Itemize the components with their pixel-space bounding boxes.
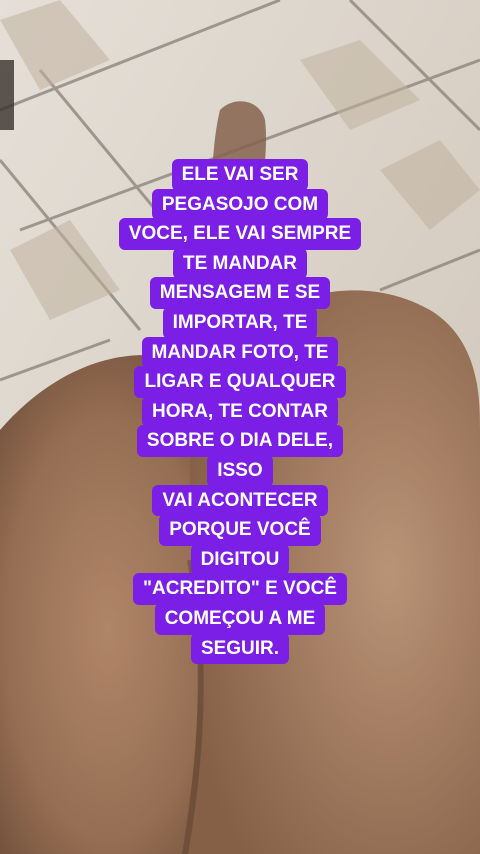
caption-line: HORA, TE CONTAR	[142, 395, 338, 428]
photo-background: ELE VAI SER PEGASOJO COM VOCE, ELE VAI S…	[0, 0, 480, 854]
caption-line: MENSAGEM E SE	[149, 277, 331, 309]
caption-line: COMEÇOU A ME	[154, 602, 326, 635]
caption-line: ISSO	[207, 454, 273, 487]
caption-line: PEGASOJO COM	[151, 188, 329, 221]
caption-line: "ACREDITO" E VOCÊ	[133, 573, 347, 605]
caption-line: SOBRE O DIA DELE,	[136, 425, 344, 457]
caption-line: PORQUE VOCÊ	[159, 514, 321, 546]
caption-line: ELE VAI SER	[171, 159, 309, 191]
caption-line: DIGITOU	[190, 543, 290, 576]
caption-line: VAI ACONTECER	[152, 484, 328, 517]
caption-line: TE MANDAR	[173, 247, 307, 280]
caption-line: VOCE, ELE VAI SEMPRE	[118, 218, 362, 250]
caption-line: MANDAR FOTO, TE	[141, 336, 339, 369]
caption-line: SEGUIR.	[190, 632, 290, 665]
caption-line: LIGAR E QUALQUER	[134, 366, 346, 398]
text-sticker-caption: ELE VAI SER PEGASOJO COM VOCE, ELE VAI S…	[110, 159, 370, 665]
caption-line: IMPORTAR, TE	[162, 306, 318, 339]
